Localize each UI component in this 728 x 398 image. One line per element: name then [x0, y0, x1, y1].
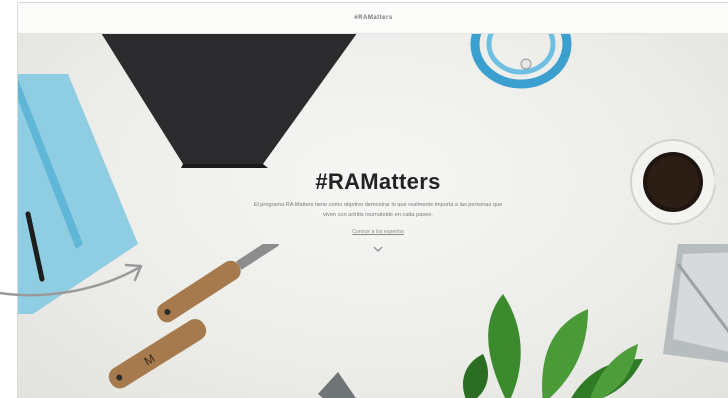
hero-title: #RAMatters: [315, 169, 441, 194]
site-header: #RAMatters: [18, 3, 728, 34]
coffee-cup-image: [630, 139, 728, 225]
experts-link[interactable]: Conoce a los expertos: [352, 229, 404, 235]
hero-content: #RAMatters El programa RA Matters tiene …: [228, 169, 528, 254]
chevron-down-icon[interactable]: [372, 244, 384, 254]
hero-scene: M #RAMatters El programa RA Matters tien…: [18, 34, 728, 398]
annotation-arrow-icon: [0, 263, 143, 297]
site-title[interactable]: #RAMatters: [354, 15, 392, 21]
hero-description: El programa RA Matters tiene como objeti…: [253, 202, 503, 218]
plant-leaves-image: [463, 294, 643, 398]
moka-pot-image: [663, 244, 728, 363]
rope-image: [470, 34, 572, 89]
browser-window: #RAMatters M #RAMatters El programa RA M…: [17, 2, 728, 398]
